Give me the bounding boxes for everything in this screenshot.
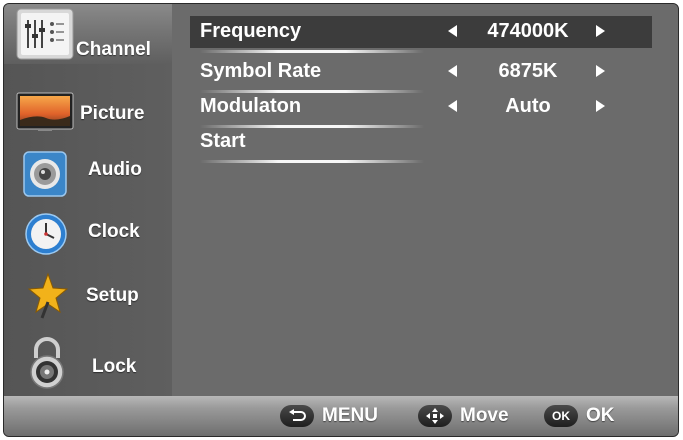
sidebar-item-label: Clock <box>88 221 140 242</box>
sidebar: Channel Picture Audio Clock Setup Lock <box>4 4 172 396</box>
clock-icon <box>24 212 68 261</box>
decrease-arrow-icon[interactable] <box>448 25 457 37</box>
modulation-value: Auto <box>505 95 551 117</box>
increase-arrow-icon[interactable] <box>596 65 605 77</box>
sidebar-item-label: Picture <box>80 103 145 124</box>
decrease-arrow-icon[interactable] <box>448 100 457 112</box>
sidebar-item-clock[interactable]: Clock <box>4 204 172 264</box>
star-icon <box>27 272 69 325</box>
menu-hint-label: MENU <box>322 405 378 426</box>
increase-arrow-icon[interactable] <box>596 100 605 112</box>
row-divider <box>200 160 424 163</box>
sidebar-item-channel[interactable]: Channel <box>4 4 172 64</box>
symbol-rate-value: 6875K <box>498 60 558 82</box>
menu-hint[interactable]: MENU <box>280 403 378 429</box>
return-arrow-icon <box>280 405 314 427</box>
sidebar-item-label: Channel <box>76 39 151 60</box>
channel-settings-panel: Frequency 474000K Symbol Rate 6875K Modu… <box>172 4 678 396</box>
bottom-hint-bar: MENU Move OK OK <box>4 396 678 436</box>
sidebar-item-setup[interactable]: Setup <box>4 266 172 326</box>
sidebar-item-lock[interactable]: Lock <box>4 332 172 392</box>
sidebar-item-audio[interactable]: Audio <box>4 142 172 202</box>
sidebar-item-picture[interactable]: Picture <box>4 82 172 142</box>
ok-hint-label: OK <box>586 405 615 426</box>
decrease-arrow-icon[interactable] <box>448 65 457 77</box>
menu-row-symbol-rate[interactable]: Symbol Rate 6875K <box>190 56 652 93</box>
ok-hint[interactable]: OK OK <box>544 403 615 429</box>
sidebar-item-label: Audio <box>88 159 142 180</box>
menu-row-frequency[interactable]: Frequency 474000K <box>190 16 652 53</box>
frequency-value: 474000K <box>487 20 569 42</box>
symbol-rate-label: Symbol Rate <box>200 60 322 82</box>
tv-osd-frame: Channel Picture Audio Clock Setup Lock F… <box>3 3 679 437</box>
sidebar-item-label: Setup <box>86 285 139 306</box>
modulation-label: Modulaton <box>200 95 302 117</box>
menu-row-modulation[interactable]: Modulaton Auto <box>190 91 652 128</box>
ok-badge: OK <box>544 405 578 427</box>
tv-screen-icon <box>16 92 74 137</box>
move-cross-icon <box>418 405 452 427</box>
increase-arrow-icon[interactable] <box>596 25 605 37</box>
start-label: Start <box>200 130 246 152</box>
move-hint-label: Move <box>460 405 509 426</box>
sidebar-item-label: Lock <box>92 356 137 377</box>
speaker-icon <box>22 150 68 203</box>
padlock-icon <box>26 336 68 395</box>
move-hint[interactable]: Move <box>418 403 509 429</box>
channel-sliders-icon <box>16 8 74 65</box>
frequency-label: Frequency <box>200 20 302 42</box>
row-divider <box>200 50 424 53</box>
menu-row-start[interactable]: Start <box>190 126 652 163</box>
